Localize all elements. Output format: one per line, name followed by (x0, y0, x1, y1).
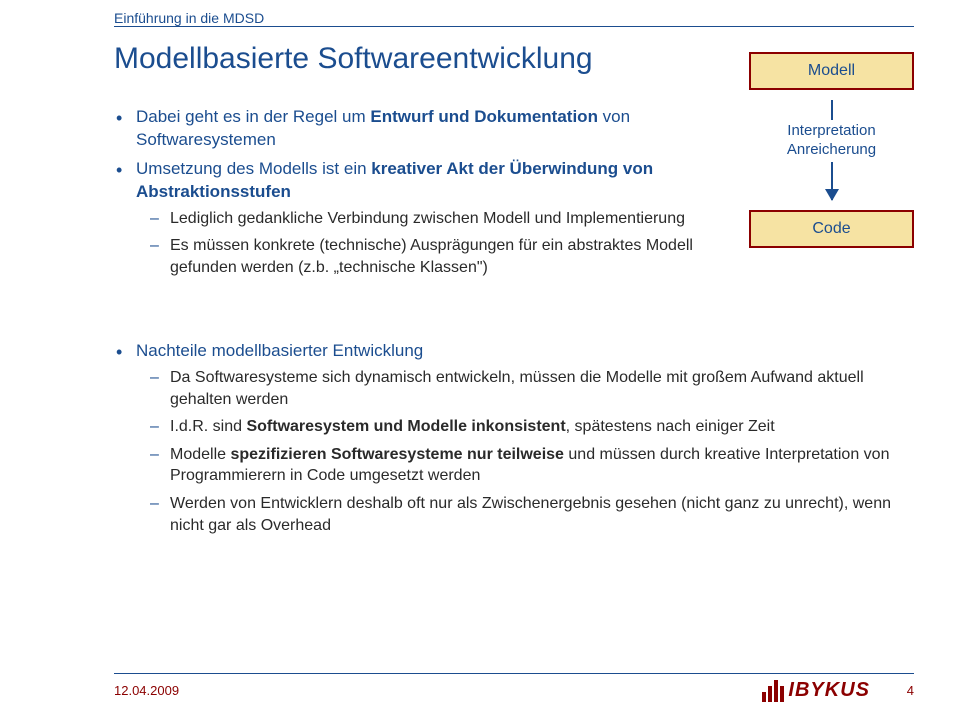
bullet-text-bold: Entwurf und Dokumentation (370, 107, 598, 126)
dash-text: Da Softwaresysteme sich dynamisch entwic… (170, 369, 864, 408)
breadcrumb: Einführung in die MDSD (114, 10, 264, 26)
dash-text-tail: , spätestens nach einiger Zeit (566, 418, 775, 435)
bullet-item: Nachteile modellbasierter Entwicklung Da… (114, 340, 914, 536)
diagram-box-modell: Modell (749, 52, 914, 90)
bullet-text: Umsetzung des Modells ist ein (136, 159, 371, 178)
dash-text: I.d.R. sind (170, 418, 246, 435)
dash-item: Lediglich gedankliche Verbindung zwische… (136, 208, 710, 230)
logo-bars-icon (762, 680, 784, 702)
content-top: Dabei geht es in der Regel um Entwurf un… (114, 106, 710, 285)
diagram-arrow-label: Interpretation Anreicherung (767, 120, 897, 162)
arrow-label-line: Interpretation (787, 122, 875, 139)
footer-divider (114, 673, 914, 674)
dash-text: Werden von Entwicklern deshalb oft nur a… (170, 495, 891, 534)
diagram-box-code: Code (749, 210, 914, 248)
slide-title: Modellbasierte Softwareentwicklung (114, 42, 593, 76)
dash-item: Es müssen konkrete (technische) Ausprägu… (136, 235, 710, 278)
bullet-item: Umsetzung des Modells ist ein kreativer … (114, 158, 710, 279)
header-divider (114, 26, 914, 27)
dash-item: Modelle spezifizieren Softwaresysteme nu… (136, 444, 914, 487)
diagram: Modell Interpretation Anreicherung Code (749, 52, 914, 248)
dash-item: Da Softwaresysteme sich dynamisch entwic… (136, 367, 914, 410)
diagram-arrow: Interpretation Anreicherung (749, 90, 914, 210)
dash-text-bold: Softwaresystem und Modelle inkonsistent (246, 418, 565, 435)
bullet-text: Dabei geht es in der Regel um (136, 107, 370, 126)
footer-date: 12.04.2009 (114, 683, 179, 698)
dash-item: I.d.R. sind Softwaresystem und Modelle i… (136, 416, 914, 438)
bullet-text: Nachteile modellbasierter Entwicklung (136, 341, 423, 360)
footer-page-number: 4 (907, 683, 914, 698)
dash-item: Werden von Entwicklern deshalb oft nur a… (136, 493, 914, 536)
bullet-item: Dabei geht es in der Regel um Entwurf un… (114, 106, 710, 152)
content-wide: Nachteile modellbasierter Entwicklung Da… (114, 340, 914, 542)
dash-text: Modelle (170, 446, 230, 463)
logo: IBYKUS (762, 679, 870, 702)
arrow-label-line: Anreicherung (787, 141, 876, 158)
logo-text: IBYKUS (788, 679, 870, 702)
dash-text-bold: spezifizieren Softwaresysteme nur teilwe… (230, 446, 563, 463)
